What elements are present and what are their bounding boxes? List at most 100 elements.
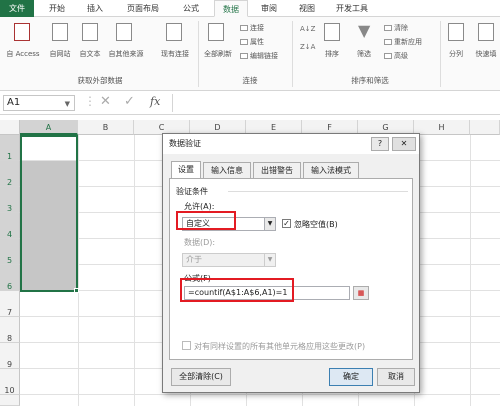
- clear-icon: [384, 25, 392, 31]
- tab-data[interactable]: 数据: [214, 0, 248, 17]
- column-header-i[interactable]: [470, 120, 500, 135]
- highlight-formula: [180, 278, 294, 302]
- row-header-11[interactable]: [0, 395, 20, 406]
- flash-fill-icon: [478, 23, 494, 41]
- help-button[interactable]: ?: [371, 137, 389, 151]
- formula-bar: A1 ▼ ⋮ ✕ ✓ fx: [0, 91, 500, 115]
- chevron-down-icon[interactable]: ▼: [264, 218, 275, 230]
- row-header-4[interactable]: 4: [0, 213, 20, 239]
- row-header-2[interactable]: 2: [0, 161, 20, 187]
- group-label-external: 获取外部数据: [77, 76, 123, 85]
- connections-icon: [240, 25, 248, 31]
- access-icon: [14, 23, 30, 41]
- cancel-icon[interactable]: ✕: [100, 94, 111, 109]
- refresh-all-button[interactable]: 全部刷新: [200, 49, 236, 59]
- tab-error-alert[interactable]: 出错警告: [253, 162, 301, 178]
- tab-settings[interactable]: 设置: [171, 161, 201, 178]
- column-header-a[interactable]: A: [20, 120, 78, 135]
- section-label: 验证条件: [176, 187, 208, 196]
- gridline: [20, 394, 500, 395]
- gridline: [134, 135, 135, 406]
- web-icon: [52, 23, 68, 41]
- chevron-down-icon[interactable]: ▼: [264, 254, 275, 266]
- tab-insert[interactable]: 插入: [80, 0, 110, 17]
- apply-all-label: 对有同样设置的所有其他单元格应用这些更改(P): [194, 342, 366, 351]
- row-header-6[interactable]: 6: [0, 265, 20, 291]
- existing-connections-icon: [166, 23, 182, 41]
- reapply-item[interactable]: 重新应用: [384, 37, 422, 47]
- row-header-3[interactable]: 3: [0, 187, 20, 213]
- tab-ime-mode[interactable]: 输入法模式: [303, 162, 359, 178]
- reapply-icon: [384, 39, 392, 45]
- apply-all-checkbox[interactable]: [182, 341, 191, 350]
- text-to-columns-button[interactable]: 分列: [444, 49, 468, 59]
- tab-home[interactable]: 开始: [42, 0, 72, 17]
- tab-review[interactable]: 审阅: [254, 0, 284, 17]
- filter-button[interactable]: 筛选: [350, 49, 378, 59]
- settings-panel: 验证条件 允许(A): 自定义 ▼ ✓ 忽略空值(B) 数据(D): 介于 ▼ 公式…: [169, 178, 413, 360]
- data-label: 数据(D):: [184, 238, 216, 247]
- gridline: [470, 135, 471, 406]
- ignore-blank-checkbox[interactable]: ✓: [282, 219, 291, 228]
- range-select-icon[interactable]: ▦: [353, 286, 369, 300]
- flash-fill-button[interactable]: 快速填: [472, 49, 500, 59]
- name-box[interactable]: A1 ▼: [3, 95, 75, 111]
- more-icon: ⋮: [84, 94, 96, 108]
- row-header-8[interactable]: 8: [0, 317, 20, 343]
- tab-formulas[interactable]: 公式: [176, 0, 206, 17]
- column-header-b[interactable]: B: [78, 120, 134, 135]
- group-separator: [198, 21, 199, 87]
- filter-icon: ▼: [358, 21, 371, 40]
- row-header-10[interactable]: 10: [0, 369, 20, 395]
- sort-icon: [324, 23, 340, 41]
- cancel-button[interactable]: 取消: [377, 368, 415, 386]
- highlight-allow: [176, 211, 236, 230]
- chevron-down-icon[interactable]: ▼: [65, 97, 70, 111]
- tab-page-layout[interactable]: 页面布局: [118, 0, 168, 17]
- data-select[interactable]: 介于 ▼: [182, 253, 276, 267]
- select-all-corner[interactable]: [0, 120, 20, 135]
- text-to-columns-icon: [448, 23, 464, 41]
- advanced-item[interactable]: 高级: [384, 51, 408, 61]
- refresh-icon: [208, 23, 224, 41]
- section-divider: [228, 191, 408, 192]
- other-sources-icon: [116, 23, 132, 41]
- row-header-9[interactable]: 9: [0, 343, 20, 369]
- ribbon-tab-bar: 文件 开始 插入 页面布局 公式 数据 审阅 视图 开发工具: [0, 0, 500, 17]
- formula-input[interactable]: [176, 94, 496, 112]
- row-header-1[interactable]: 1: [0, 135, 20, 161]
- ok-button[interactable]: 确定: [329, 368, 373, 386]
- properties-icon: [240, 39, 248, 45]
- existing-connections-button[interactable]: 现有连接: [156, 49, 194, 59]
- close-icon[interactable]: ✕: [392, 137, 416, 151]
- enter-icon[interactable]: ✓: [124, 94, 135, 109]
- data-validation-dialog: 数据验证 ? ✕ 设置 输入信息 出错警告 输入法模式 验证条件 允许(A): …: [162, 133, 420, 393]
- clear-item[interactable]: 清除: [384, 23, 408, 33]
- column-header-h[interactable]: H: [414, 120, 470, 135]
- connections-item[interactable]: 连接: [240, 23, 264, 33]
- fill-handle[interactable]: [74, 288, 79, 293]
- group-separator: [440, 21, 441, 87]
- group-separator: [292, 21, 293, 87]
- ribbon: 自 Access 自网站 自文本 自其他来源 现有连接 获取外部数据 全部刷新 …: [0, 17, 500, 91]
- sort-za-icon[interactable]: Z↓A: [300, 43, 315, 51]
- edit-links-item[interactable]: 编辑链接: [240, 51, 278, 61]
- tab-input-message[interactable]: 输入信息: [203, 162, 251, 178]
- gridline: [78, 135, 79, 406]
- properties-item[interactable]: 属性: [240, 37, 264, 47]
- row-header-7[interactable]: 7: [0, 291, 20, 317]
- row-header-5[interactable]: 5: [0, 239, 20, 265]
- from-text-button[interactable]: 自文本: [76, 49, 104, 59]
- active-cell-a1[interactable]: [22, 137, 76, 159]
- sort-button[interactable]: 排序: [318, 49, 346, 59]
- insert-function-icon[interactable]: fx: [150, 95, 160, 108]
- from-other-sources-button[interactable]: 自其他来源: [104, 49, 148, 59]
- sort-az-icon[interactable]: A↓Z: [300, 25, 315, 33]
- tab-view[interactable]: 视图: [292, 0, 322, 17]
- from-web-button[interactable]: 自网站: [46, 49, 74, 59]
- tab-file[interactable]: 文件: [0, 0, 34, 17]
- advanced-icon: [384, 53, 392, 59]
- tab-developer[interactable]: 开发工具: [330, 0, 374, 17]
- clear-all-button[interactable]: 全部清除(C): [171, 368, 231, 386]
- from-access-button[interactable]: 自 Access: [2, 49, 44, 59]
